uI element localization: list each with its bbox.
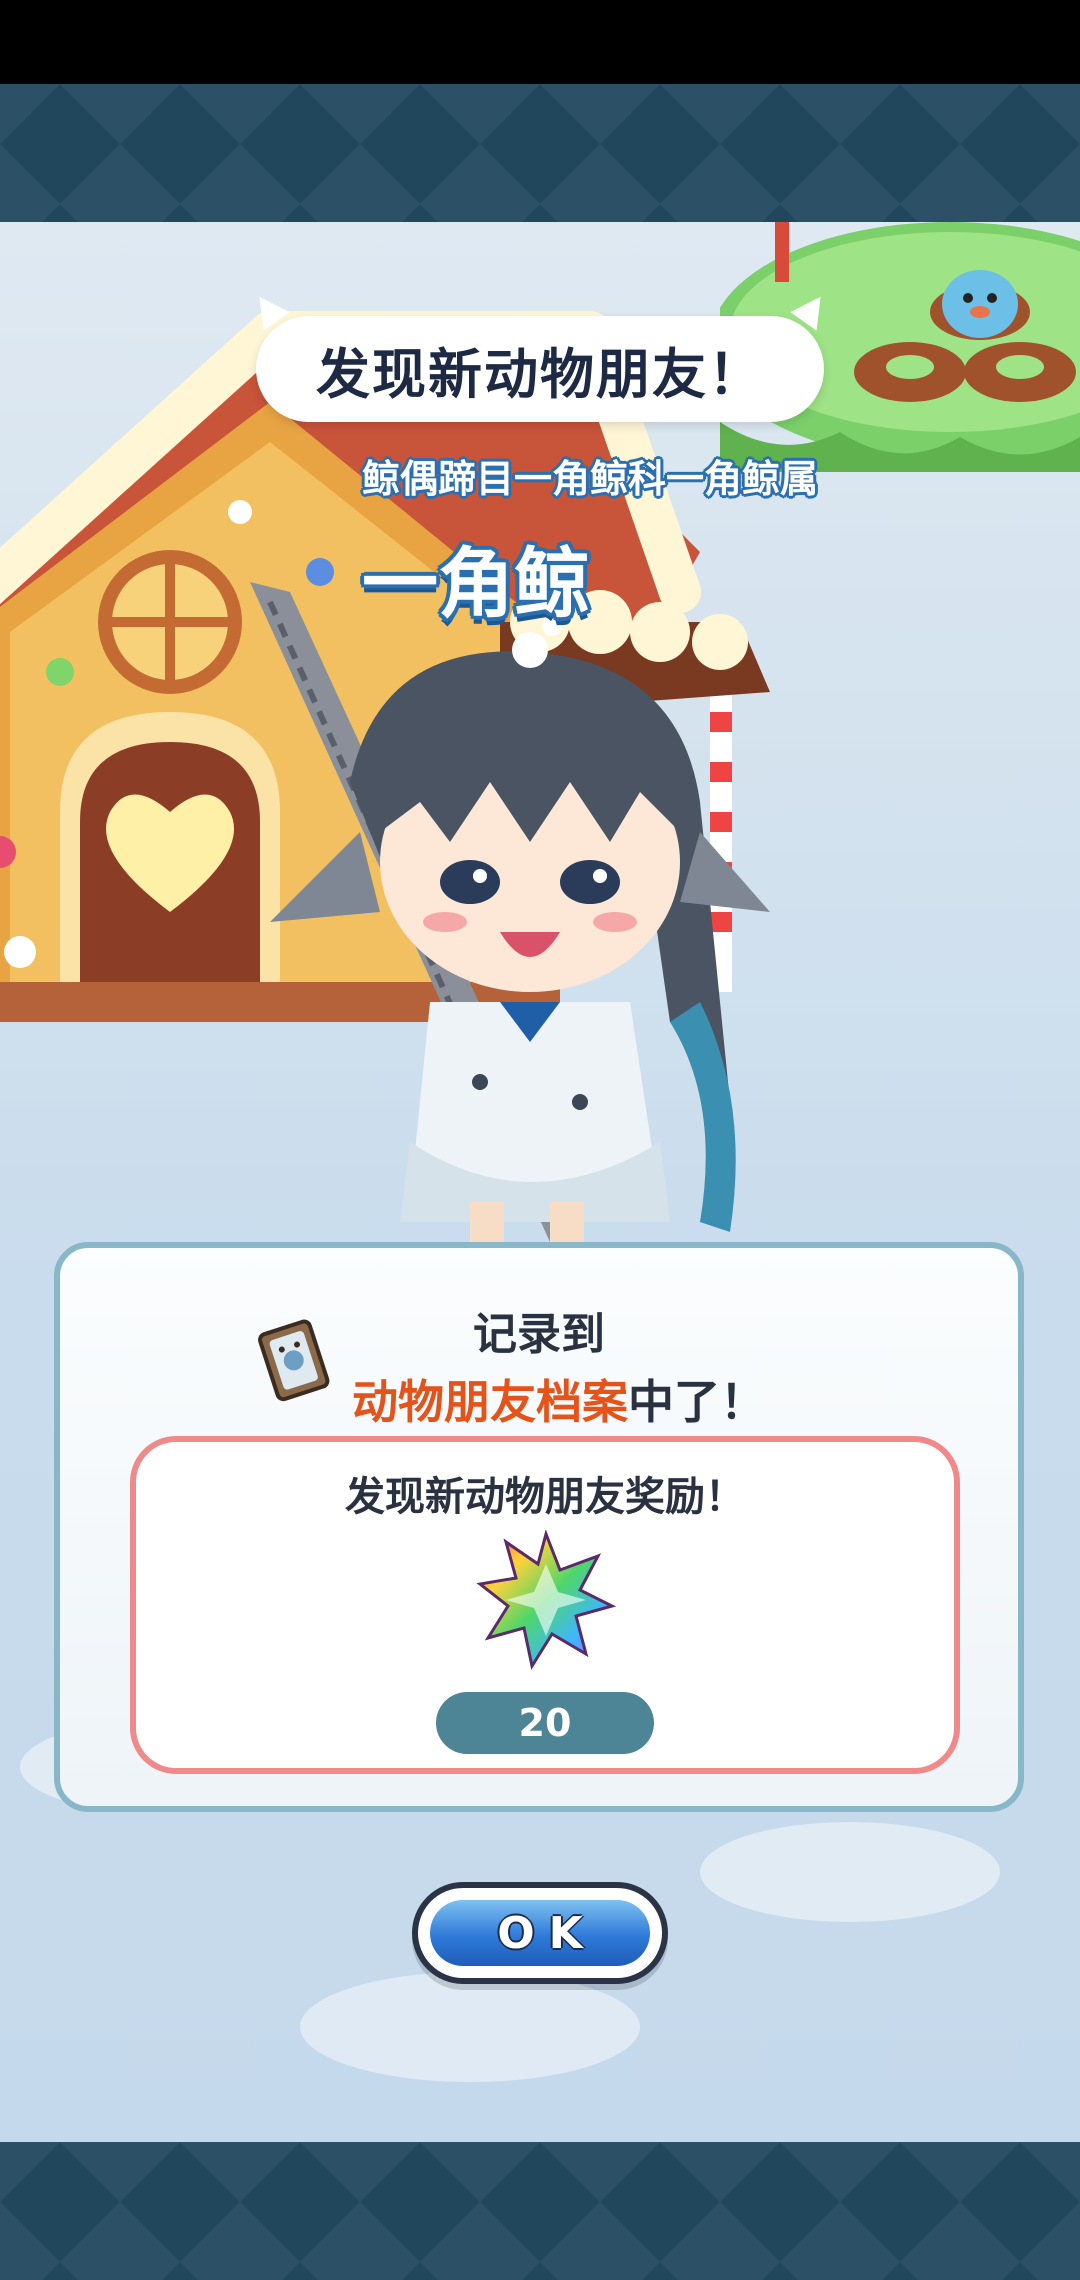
animal-name: 一角鲸 bbox=[362, 539, 590, 628]
record-card: 记录到 动物朋友档案中了！ 发现新动物朋友奖励！ 20 bbox=[54, 1242, 1024, 1812]
record-title: 记录到 bbox=[473, 1309, 605, 1360]
friend-archive-highlight: 动物朋友档案 bbox=[352, 1375, 628, 1429]
ok-button[interactable]: OK bbox=[412, 1882, 668, 1984]
reward-count: 20 bbox=[436, 1692, 654, 1754]
ok-button-label: OK bbox=[497, 1907, 597, 1959]
rainbow-gem-icon bbox=[476, 1529, 617, 1670]
status-bar bbox=[0, 0, 1080, 84]
ok-button-face[interactable]: OK bbox=[430, 1900, 650, 1966]
top-pattern-band bbox=[0, 84, 1080, 222]
discovery-title-bubble: 发现新动物朋友！ bbox=[256, 316, 824, 422]
discovery-title: 发现新动物朋友！ bbox=[316, 342, 764, 406]
reward-box: 发现新动物朋友奖励！ 20 bbox=[130, 1436, 960, 1774]
bottom-pattern-band bbox=[0, 2142, 1080, 2280]
record-message: 动物朋友档案中了！ bbox=[60, 1366, 1018, 1432]
scene-background: 发现新动物朋友！ 鲸偶蹄目一角鲸科一角鲸属 一角鲸 bbox=[0, 222, 1080, 2142]
animal-taxonomy: 鲸偶蹄目一角鲸科一角鲸属 bbox=[362, 457, 819, 501]
record-message-suffix: 中了！ bbox=[628, 1375, 766, 1429]
reward-title: 发现新动物朋友奖励！ bbox=[345, 1474, 745, 1520]
